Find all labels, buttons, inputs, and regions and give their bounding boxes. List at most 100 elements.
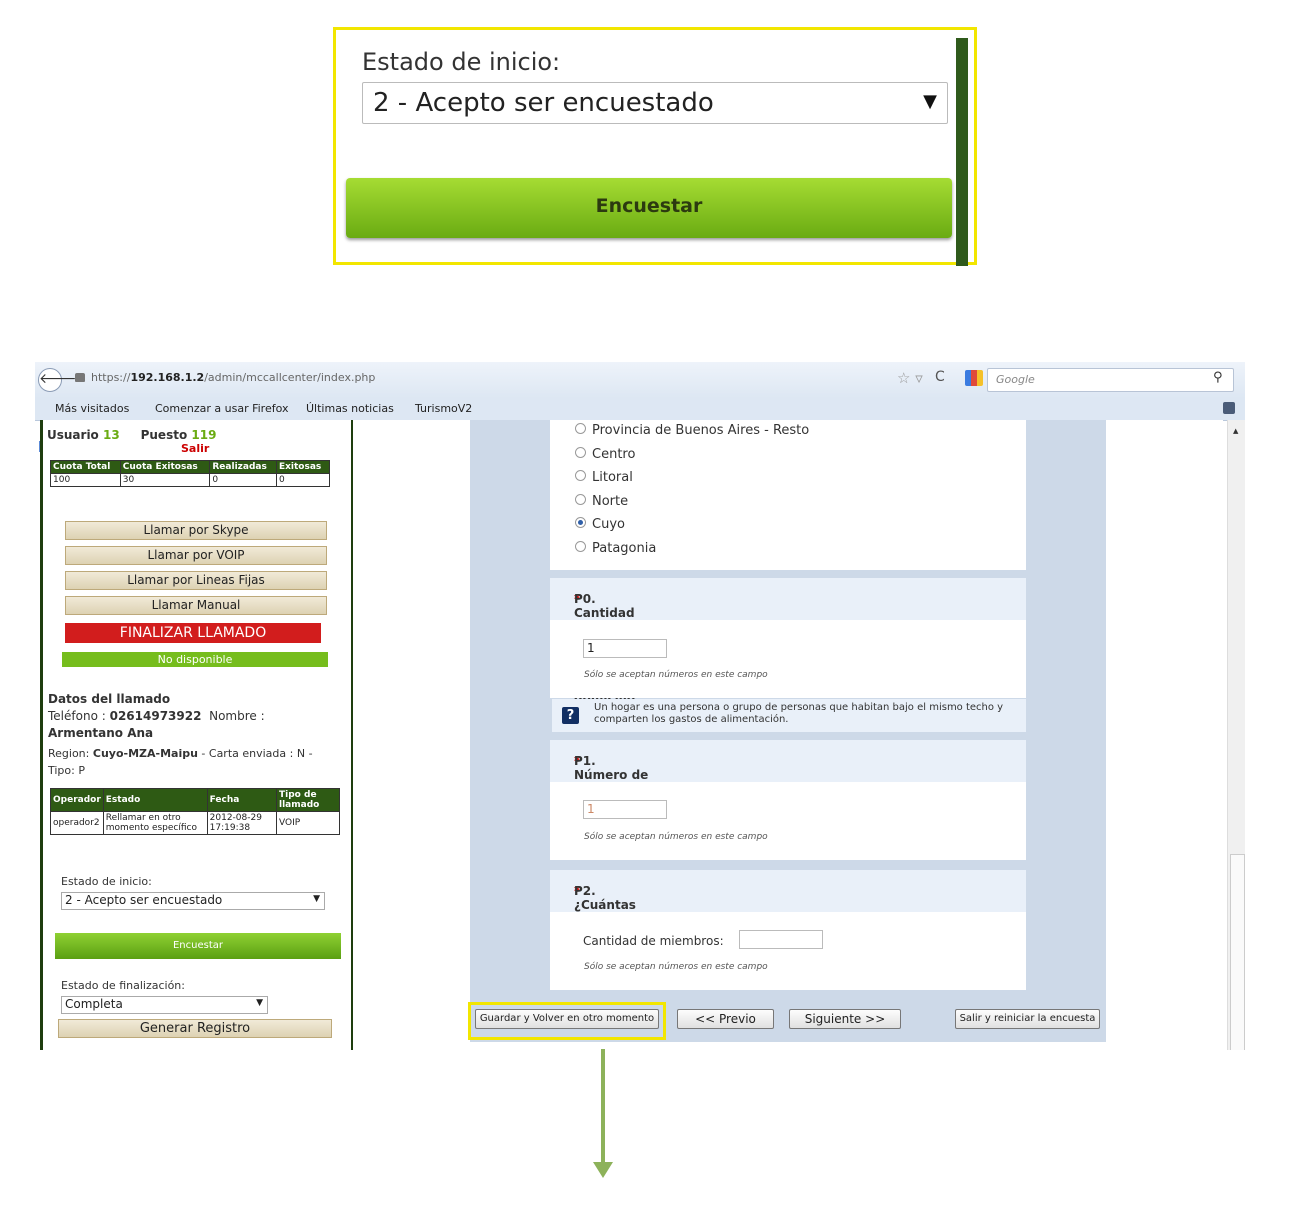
salir-link[interactable]: Salir — [181, 442, 209, 455]
quota-cell: 0 — [275, 473, 331, 487]
estado-inicio-select[interactable]: 2 - Acepto ser encuestado ▼ — [61, 892, 325, 910]
radio-option-selected[interactable]: Cuyo — [575, 517, 625, 532]
zoom-estado-inicio-label: Estado de inicio: — [362, 48, 561, 76]
search-input[interactable]: Google — [987, 368, 1234, 392]
guardar-volver-button[interactable]: Guardar y Volver en otro momento — [475, 1009, 659, 1029]
estado-inicio-label: Estado de inicio: — [61, 875, 152, 888]
radio-icon[interactable] — [575, 470, 586, 481]
bookmark-turismov2[interactable]: TurismoV2 — [415, 402, 472, 415]
siguiente-button[interactable]: Siguiente >> — [789, 1009, 901, 1029]
bookmarks-bar: Más visitados Comenzar a usar Firefox Úl… — [35, 398, 1245, 454]
radio-option[interactable]: Norte — [575, 494, 628, 509]
url-bar[interactable]: https://192.168.1.2/admin/mccallcenter/i… — [91, 371, 375, 384]
ops-header: Tipo de llamado — [276, 788, 340, 812]
sidebar-edge — [956, 38, 968, 266]
zoom-encuestar-button[interactable]: Encuestar — [346, 178, 952, 238]
refresh-icon[interactable]: C — [935, 369, 945, 385]
ops-cell: operador2 — [50, 811, 104, 835]
radio-selected-icon[interactable] — [575, 517, 586, 528]
scrollbar[interactable]: ▲ — [1227, 420, 1245, 1050]
quota-header: Realizadas — [209, 460, 277, 474]
ops-header: Operador — [50, 788, 104, 812]
status-badge: No disponible — [62, 652, 328, 667]
radio-icon[interactable] — [575, 423, 586, 434]
ops-header: Fecha — [206, 788, 278, 812]
scroll-thumb[interactable] — [1230, 854, 1245, 1050]
ops-cell: 2012-08-29 17:19:38 — [206, 811, 278, 835]
question-p0-header: *P0. Cantidad de Hogares que residen en … — [550, 578, 1026, 718]
bookmark-menu-icon[interactable] — [1223, 402, 1235, 414]
zoom-encuestar-label: Encuestar — [595, 195, 703, 217]
quota-header: Cuota Exitosas — [119, 460, 211, 474]
bookmark-ultimas-noticias[interactable]: Últimas noticias — [306, 402, 394, 415]
radio-option[interactable]: Centro — [575, 447, 635, 462]
llamar-skype-button[interactable]: Llamar por Skype — [65, 521, 327, 540]
user-info: Usuario 13 Puesto 119 — [47, 428, 217, 442]
telefono-nombre: Teléfono : 02614973922 Nombre : Armentan… — [48, 709, 265, 740]
browser-window: 🡐 https://192.168.1.2/admin/mccallcenter… — [35, 362, 1245, 1050]
estado-finalizacion-label: Estado de finalización: — [61, 979, 185, 992]
question-p1-header: *P1. Número de hogar en el domicilio con… — [550, 740, 1026, 838]
help-text: Un hogar es una persona o grupo de perso… — [594, 702, 1004, 725]
ops-cell: Rellamar en otro momento específico — [102, 811, 208, 835]
chevron-down-icon: ▼ — [313, 894, 320, 904]
p0-number-input[interactable]: 1 — [583, 639, 667, 658]
radio-icon[interactable] — [575, 447, 586, 458]
finalizar-llamado-button[interactable]: FINALIZAR LLAMADO — [65, 623, 321, 643]
p1-hint: Sólo se aceptan números en este campo — [584, 832, 768, 842]
llamar-fijas-button[interactable]: Llamar por Lineas Fijas — [65, 571, 327, 590]
radio-icon[interactable] — [575, 494, 586, 505]
bookmark-mas-visitados[interactable]: Más visitados — [55, 402, 129, 415]
p0-hint: Sólo se aceptan números en este campo — [584, 670, 768, 680]
zoom-estado-inicio-select[interactable]: 2 - Acepto ser encuestado ▼ — [362, 82, 948, 124]
generar-registro-button[interactable]: Generar Registro — [58, 1019, 332, 1038]
previo-button[interactable]: << Previo — [677, 1009, 774, 1029]
p1-number-input[interactable]: 1 — [583, 800, 667, 819]
cantidad-miembros-input[interactable] — [739, 930, 823, 949]
quota-cell: 100 — [50, 473, 121, 487]
quota-header: Cuota Total — [50, 460, 121, 474]
radio-icon[interactable] — [575, 541, 586, 552]
radio-option[interactable]: Provincia de Buenos Aires - Resto — [575, 423, 809, 438]
arrow-down-icon — [593, 1162, 613, 1178]
quota-cell: 0 — [209, 473, 277, 487]
question-p2-body — [550, 912, 1026, 990]
bookmark-comenzar[interactable]: Comenzar a usar Firefox — [155, 402, 289, 415]
zoom-select-value: 2 - Acepto ser encuestado — [373, 88, 714, 118]
chevron-down-icon: ▼ — [923, 91, 937, 112]
ops-header: Estado — [102, 788, 208, 812]
p2-hint: Sólo se aceptan números en este campo — [584, 962, 768, 972]
help-box: ? Un hogar es una persona o grupo de per… — [552, 699, 1026, 732]
select-value: 2 - Acepto ser encuestado — [65, 893, 223, 907]
llamar-voip-button[interactable]: Llamar por VOIP — [65, 546, 327, 565]
help-icon: ? — [562, 707, 579, 724]
navigation-bar: 🡐 https://192.168.1.2/admin/mccallcenter… — [35, 362, 1245, 398]
radio-option[interactable]: Patagonia — [575, 541, 656, 556]
search-icon[interactable]: ⚲ — [1213, 370, 1223, 385]
quota-header: Exitosas — [275, 460, 331, 474]
select-value: Completa — [65, 997, 123, 1011]
salir-reiniciar-button[interactable]: Salir y reiniciar la encuesta — [955, 1009, 1100, 1029]
quota-table: Cuota Total Cuota Exitosas Realizadas Ex… — [50, 460, 331, 487]
datos-llamado-title: Datos del llamado — [48, 692, 171, 706]
back-arrow-icon[interactable]: 🡐 — [38, 368, 77, 392]
arrow-line — [601, 1049, 605, 1164]
radio-option[interactable]: Litoral — [575, 470, 633, 485]
ops-cell: VOIP — [276, 811, 340, 835]
question-p2-header: *P2. ¿Cuántas personas forman parte de s… — [550, 870, 1026, 982]
question-p1-body — [550, 782, 1026, 860]
operations-table: Operador Estado Fecha Tipo de llamado op… — [50, 788, 340, 835]
encuestar-button[interactable]: Encuestar — [55, 933, 341, 959]
star-icon[interactable]: ☆ ▿ — [897, 369, 923, 387]
llamar-manual-button[interactable]: Llamar Manual — [65, 596, 327, 615]
cantidad-miembros-label: Cantidad de miembros: — [583, 934, 724, 948]
scroll-up-icon[interactable]: ▲ — [1233, 427, 1238, 435]
google-icon[interactable] — [965, 370, 983, 386]
lock-icon — [75, 373, 85, 382]
call-sidebar: Usuario 13 Puesto 119 Salir Cuota Total … — [40, 420, 354, 1050]
zoom-callout: Estado de inicio: 2 - Acepto ser encuest… — [333, 27, 977, 266]
chevron-down-icon: ▼ — [256, 998, 263, 1008]
estado-finalizacion-select[interactable]: Completa ▼ — [61, 996, 268, 1014]
quota-cell: 30 — [119, 473, 211, 487]
region-info: Region: Cuyo-MZA-Maipu - Carta enviada :… — [48, 747, 313, 777]
